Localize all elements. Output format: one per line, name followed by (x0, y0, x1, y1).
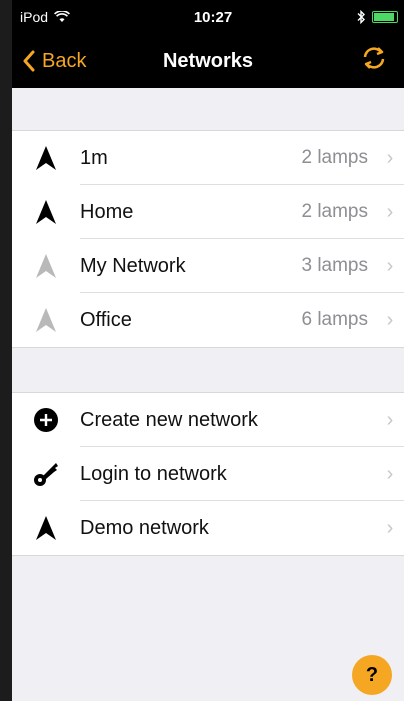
chevron-right-icon: › (386, 200, 394, 223)
refresh-icon (363, 46, 385, 69)
wifi-icon (54, 11, 70, 22)
status-time: 10:27 (193, 8, 233, 26)
chevron-right-icon: › (386, 516, 394, 539)
bluetooth-icon (357, 10, 365, 24)
network-icon (36, 516, 56, 540)
status-left: iPod (20, 9, 70, 25)
action-label: Create new network (80, 408, 258, 431)
help-label: ? (365, 663, 379, 686)
chevron-right-icon: › (386, 254, 394, 277)
refresh-button[interactable] (360, 44, 388, 79)
back-label: Back (42, 49, 87, 72)
network-list: 1m 2 lamps › Home 2 lamps › My Network 3… (12, 130, 404, 348)
section-spacer-top (12, 88, 404, 130)
network-row-office[interactable]: Office 6 lamps › (12, 293, 404, 347)
app-screen: iPod 10:27 Back Networks 1m 2 lamps › Ho… (12, 0, 404, 701)
create-network-row[interactable]: Create new network › (12, 393, 404, 447)
network-name: My Network (80, 254, 186, 277)
network-row-1m[interactable]: 1m 2 lamps › (12, 131, 404, 185)
battery-icon (372, 11, 398, 23)
lamp-count: 2 lamps (301, 201, 368, 222)
top-bars: iPod 10:27 Back Networks (12, 0, 404, 88)
lamp-count: 3 lamps (301, 255, 368, 276)
action-icon-cell (12, 515, 80, 541)
status-bar: iPod 10:27 (12, 0, 404, 34)
network-row-my-network[interactable]: My Network 3 lamps › (12, 239, 404, 293)
network-icon (36, 146, 56, 170)
action-list: Create new network › Login to network › … (12, 392, 404, 556)
action-icon-cell (12, 460, 80, 488)
navigation-bar: Back Networks (12, 34, 404, 88)
login-network-row[interactable]: Login to network › (12, 447, 404, 501)
chevron-right-icon: › (386, 408, 394, 431)
network-icon-cell (12, 145, 80, 171)
action-icon-cell (12, 407, 80, 433)
status-right (356, 10, 398, 24)
network-icon (36, 200, 56, 224)
action-label: Demo network (80, 516, 209, 539)
network-name: Home (80, 200, 134, 223)
help-button[interactable]: ? (352, 655, 392, 695)
lamp-count: 2 lamps (301, 147, 368, 168)
network-name: Office (80, 308, 132, 331)
chevron-right-icon: › (386, 308, 394, 331)
network-icon-cell (12, 199, 80, 225)
chevron-right-icon: › (386, 146, 394, 169)
carrier-label: iPod (20, 9, 49, 25)
network-row-home[interactable]: Home 2 lamps › (12, 185, 404, 239)
network-name: 1m (80, 146, 108, 169)
lamp-count: 6 lamps (301, 309, 368, 330)
action-label: Login to network (80, 462, 227, 485)
back-button[interactable]: Back (22, 50, 86, 73)
network-icon-cell (12, 307, 80, 333)
section-spacer-middle (12, 348, 404, 392)
chevron-left-icon (23, 50, 35, 72)
chevron-right-icon: › (386, 462, 394, 485)
page-title: Networks (162, 49, 254, 72)
demo-network-row[interactable]: Demo network › (12, 501, 404, 555)
network-icon-cell (12, 253, 80, 279)
network-icon (36, 308, 56, 332)
network-icon (36, 254, 56, 278)
key-icon (34, 463, 58, 486)
plus-circle-icon (34, 408, 58, 432)
